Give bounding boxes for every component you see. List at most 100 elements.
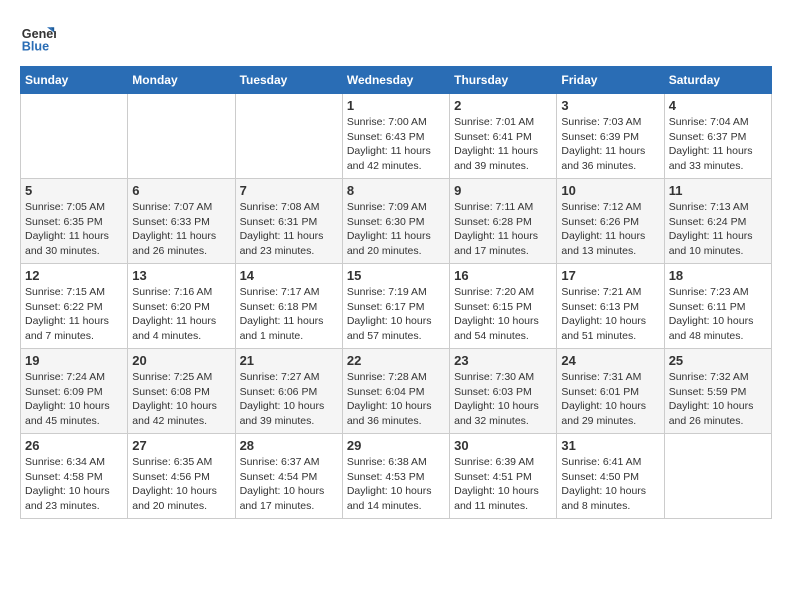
day-number: 9 — [454, 183, 552, 198]
weekday-header: Saturday — [664, 67, 771, 94]
calendar-cell: 17 Sunrise: 7:21 AM Sunset: 6:13 PM Dayli… — [557, 264, 664, 349]
calendar-cell — [235, 94, 342, 179]
calendar-cell: 8 Sunrise: 7:09 AM Sunset: 6:30 PM Daylig… — [342, 179, 449, 264]
calendar-cell: 25 Sunrise: 7:32 AM Sunset: 5:59 PM Dayli… — [664, 349, 771, 434]
day-info: Sunrise: 6:39 AM Sunset: 4:51 PM Dayligh… — [454, 455, 552, 514]
weekday-header: Thursday — [450, 67, 557, 94]
day-info: Sunrise: 7:00 AM Sunset: 6:43 PM Dayligh… — [347, 115, 445, 174]
day-info: Sunrise: 7:04 AM Sunset: 6:37 PM Dayligh… — [669, 115, 767, 174]
day-number: 17 — [561, 268, 659, 283]
calendar-header-row: SundayMondayTuesdayWednesdayThursdayFrid… — [21, 67, 772, 94]
calendar-cell: 15Sunrise: 7:19 AM Sunset: 6:17 PM Dayli… — [342, 264, 449, 349]
calendar-cell: 12 Sunrise: 7:15 AM Sunset: 6:22 PM Dayli… — [21, 264, 128, 349]
calendar-cell: 4 Sunrise: 7:04 AM Sunset: 6:37 PM Daylig… — [664, 94, 771, 179]
calendar-table: SundayMondayTuesdayWednesdayThursdayFrid… — [20, 66, 772, 519]
calendar-cell: 24 Sunrise: 7:31 AM Sunset: 6:01 PM Dayli… — [557, 349, 664, 434]
day-number: 14 — [240, 268, 338, 283]
day-info: Sunrise: 6:35 AM Sunset: 4:56 PM Dayligh… — [132, 455, 230, 514]
calendar-cell: 10 Sunrise: 7:12 AM Sunset: 6:26 PM Dayli… — [557, 179, 664, 264]
calendar-cell: 30Sunrise: 6:39 AM Sunset: 4:51 PM Dayli… — [450, 434, 557, 519]
calendar-week-row: 1 Sunrise: 7:00 AM Sunset: 6:43 PM Daylig… — [21, 94, 772, 179]
weekday-header: Sunday — [21, 67, 128, 94]
day-info: Sunrise: 7:12 AM Sunset: 6:26 PM Dayligh… — [561, 200, 659, 259]
day-number: 5 — [25, 183, 123, 198]
day-info: Sunrise: 7:08 AM Sunset: 6:31 PM Dayligh… — [240, 200, 338, 259]
calendar-cell — [664, 434, 771, 519]
day-info: Sunrise: 7:03 AM Sunset: 6:39 PM Dayligh… — [561, 115, 659, 174]
day-number: 3 — [561, 98, 659, 113]
weekday-header: Wednesday — [342, 67, 449, 94]
day-info: Sunrise: 7:23 AM Sunset: 6:11 PM Dayligh… — [669, 285, 767, 344]
calendar-cell: 11 Sunrise: 7:13 AM Sunset: 6:24 PM Dayli… — [664, 179, 771, 264]
day-number: 4 — [669, 98, 767, 113]
calendar-cell: 7 Sunrise: 7:08 AM Sunset: 6:31 PM Daylig… — [235, 179, 342, 264]
day-number: 6 — [132, 183, 230, 198]
day-info: Sunrise: 6:41 AM Sunset: 4:50 PM Dayligh… — [561, 455, 659, 514]
day-info: Sunrise: 7:13 AM Sunset: 6:24 PM Dayligh… — [669, 200, 767, 259]
calendar-cell: 6 Sunrise: 7:07 AM Sunset: 6:33 PM Daylig… — [128, 179, 235, 264]
day-info: Sunrise: 7:07 AM Sunset: 6:33 PM Dayligh… — [132, 200, 230, 259]
day-info: Sunrise: 7:21 AM Sunset: 6:13 PM Dayligh… — [561, 285, 659, 344]
day-info: Sunrise: 7:32 AM Sunset: 5:59 PM Dayligh… — [669, 370, 767, 429]
day-number: 21 — [240, 353, 338, 368]
day-number: 27 — [132, 438, 230, 453]
day-number: 2 — [454, 98, 552, 113]
calendar-cell: 13 Sunrise: 7:16 AM Sunset: 6:20 PM Dayli… — [128, 264, 235, 349]
day-info: Sunrise: 6:34 AM Sunset: 4:58 PM Dayligh… — [25, 455, 123, 514]
day-number: 7 — [240, 183, 338, 198]
calendar-cell: 23 Sunrise: 7:30 AM Sunset: 6:03 PM Dayli… — [450, 349, 557, 434]
calendar-week-row: 19 Sunrise: 7:24 AM Sunset: 6:09 PM Dayli… — [21, 349, 772, 434]
day-info: Sunrise: 7:30 AM Sunset: 6:03 PM Dayligh… — [454, 370, 552, 429]
calendar-cell: 29 Sunrise: 6:38 AM Sunset: 4:53 PM Dayli… — [342, 434, 449, 519]
calendar-cell: 21 Sunrise: 7:27 AM Sunset: 6:06 PM Dayli… — [235, 349, 342, 434]
day-info: Sunrise: 7:24 AM Sunset: 6:09 PM Dayligh… — [25, 370, 123, 429]
day-number: 25 — [669, 353, 767, 368]
day-info: Sunrise: 7:15 AM Sunset: 6:22 PM Dayligh… — [25, 285, 123, 344]
day-info: Sunrise: 7:27 AM Sunset: 6:06 PM Dayligh… — [240, 370, 338, 429]
calendar-cell: 3 Sunrise: 7:03 AM Sunset: 6:39 PM Daylig… — [557, 94, 664, 179]
calendar-cell: 16Sunrise: 7:20 AM Sunset: 6:15 PM Dayli… — [450, 264, 557, 349]
calendar-week-row: 26Sunrise: 6:34 AM Sunset: 4:58 PM Dayli… — [21, 434, 772, 519]
calendar-week-row: 12 Sunrise: 7:15 AM Sunset: 6:22 PM Dayli… — [21, 264, 772, 349]
day-number: 18 — [669, 268, 767, 283]
calendar-cell — [128, 94, 235, 179]
calendar-cell: 28Sunrise: 6:37 AM Sunset: 4:54 PM Dayli… — [235, 434, 342, 519]
day-info: Sunrise: 7:20 AM Sunset: 6:15 PM Dayligh… — [454, 285, 552, 344]
weekday-header: Friday — [557, 67, 664, 94]
calendar-cell: 1 Sunrise: 7:00 AM Sunset: 6:43 PM Daylig… — [342, 94, 449, 179]
logo-icon: General Blue — [20, 20, 56, 56]
svg-text:Blue: Blue — [22, 40, 49, 54]
calendar-cell: 22Sunrise: 7:28 AM Sunset: 6:04 PM Dayli… — [342, 349, 449, 434]
day-number: 29 — [347, 438, 445, 453]
calendar-cell: 2 Sunrise: 7:01 AM Sunset: 6:41 PM Daylig… — [450, 94, 557, 179]
calendar-week-row: 5 Sunrise: 7:05 AM Sunset: 6:35 PM Daylig… — [21, 179, 772, 264]
weekday-header: Tuesday — [235, 67, 342, 94]
day-info: Sunrise: 7:05 AM Sunset: 6:35 PM Dayligh… — [25, 200, 123, 259]
day-number: 11 — [669, 183, 767, 198]
calendar-cell: 31Sunrise: 6:41 AM Sunset: 4:50 PM Dayli… — [557, 434, 664, 519]
calendar-cell: 5 Sunrise: 7:05 AM Sunset: 6:35 PM Daylig… — [21, 179, 128, 264]
day-number: 13 — [132, 268, 230, 283]
day-info: Sunrise: 7:01 AM Sunset: 6:41 PM Dayligh… — [454, 115, 552, 174]
calendar-cell: 14Sunrise: 7:17 AM Sunset: 6:18 PM Dayli… — [235, 264, 342, 349]
calendar-cell: 18 Sunrise: 7:23 AM Sunset: 6:11 PM Dayli… — [664, 264, 771, 349]
day-number: 23 — [454, 353, 552, 368]
day-info: Sunrise: 7:31 AM Sunset: 6:01 PM Dayligh… — [561, 370, 659, 429]
page-header: General Blue — [20, 20, 772, 56]
calendar-cell: 9Sunrise: 7:11 AM Sunset: 6:28 PM Daylig… — [450, 179, 557, 264]
weekday-header: Monday — [128, 67, 235, 94]
calendar-cell: 20Sunrise: 7:25 AM Sunset: 6:08 PM Dayli… — [128, 349, 235, 434]
day-info: Sunrise: 7:09 AM Sunset: 6:30 PM Dayligh… — [347, 200, 445, 259]
day-number: 24 — [561, 353, 659, 368]
day-info: Sunrise: 7:16 AM Sunset: 6:20 PM Dayligh… — [132, 285, 230, 344]
day-number: 19 — [25, 353, 123, 368]
calendar-cell — [21, 94, 128, 179]
day-number: 8 — [347, 183, 445, 198]
day-number: 12 — [25, 268, 123, 283]
day-info: Sunrise: 6:38 AM Sunset: 4:53 PM Dayligh… — [347, 455, 445, 514]
day-number: 20 — [132, 353, 230, 368]
calendar-cell: 26Sunrise: 6:34 AM Sunset: 4:58 PM Dayli… — [21, 434, 128, 519]
day-number: 10 — [561, 183, 659, 198]
logo: General Blue — [20, 20, 62, 56]
day-number: 1 — [347, 98, 445, 113]
